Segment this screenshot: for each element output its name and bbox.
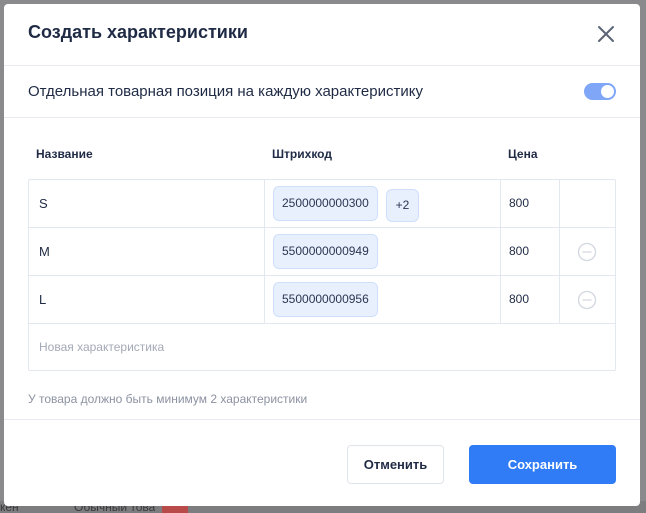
- column-header-name: Название: [36, 147, 93, 161]
- backdrop-badge: [162, 505, 188, 513]
- modal-title: Создать характеристики: [28, 22, 248, 42]
- close-button[interactable]: [594, 22, 618, 46]
- close-icon[interactable]: [594, 22, 618, 46]
- action-cell: [560, 228, 615, 275]
- save-button[interactable]: Сохранить: [469, 445, 616, 484]
- variant-name: S: [39, 196, 48, 211]
- action-cell: [560, 276, 615, 323]
- column-header-price: Цена: [508, 147, 538, 161]
- variant-name: M: [39, 244, 50, 259]
- more-barcodes-badge[interactable]: +2: [386, 189, 419, 222]
- barcode-cell: 2500000000300 +2: [265, 180, 501, 227]
- barcode-chip[interactable]: 5500000000949: [273, 234, 378, 269]
- action-cell: [560, 180, 615, 227]
- toggle-knob: [601, 85, 614, 98]
- create-variants-modal: Создать характеристики Отдельная товарна…: [4, 4, 640, 506]
- price-cell[interactable]: 800: [501, 180, 560, 227]
- remove-circle-icon[interactable]: [577, 242, 597, 262]
- separate-position-toggle[interactable]: [584, 83, 616, 100]
- min-variants-hint: У товара должно быть минимум 2 характери…: [28, 392, 308, 406]
- table-row: M 5500000000949 800: [29, 228, 615, 276]
- modal-header: Создать характеристики: [4, 4, 640, 66]
- name-cell[interactable]: L: [29, 276, 265, 323]
- modal-footer: Отменить Сохранить: [4, 419, 640, 506]
- variant-price: 800: [509, 244, 530, 258]
- price-cell[interactable]: 800: [501, 276, 560, 323]
- cancel-button[interactable]: Отменить: [347, 445, 444, 484]
- variant-name: L: [39, 292, 47, 307]
- name-cell[interactable]: S: [29, 180, 265, 227]
- table-row: L 5500000000956 800: [29, 276, 615, 324]
- remove-circle-icon[interactable]: [577, 290, 597, 310]
- variants-table: S 2500000000300 +2 800 M 5500000000949 8…: [28, 179, 616, 371]
- price-cell[interactable]: 800: [501, 228, 560, 275]
- new-variant-placeholder: Новая характеристика: [39, 340, 165, 354]
- variant-price: 800: [509, 196, 530, 210]
- name-cell[interactable]: M: [29, 228, 265, 275]
- column-header-barcode: Штрихкод: [272, 147, 332, 161]
- separate-position-label: Отдельная товарная позиция на каждую хар…: [28, 83, 423, 100]
- table-row: S 2500000000300 +2 800: [29, 180, 615, 228]
- barcode-chip[interactable]: 5500000000956: [273, 282, 378, 317]
- barcode-cell: 5500000000949: [265, 228, 501, 275]
- new-variant-input[interactable]: Новая характеристика: [29, 324, 615, 370]
- separate-position-toggle-row: Отдельная товарная позиция на каждую хар…: [4, 66, 640, 118]
- barcode-chip[interactable]: 2500000000300: [273, 186, 378, 221]
- barcode-cell: 5500000000956: [265, 276, 501, 323]
- variants-table-header: Название Штрихкод Цена: [28, 139, 616, 179]
- variant-price: 800: [509, 292, 530, 306]
